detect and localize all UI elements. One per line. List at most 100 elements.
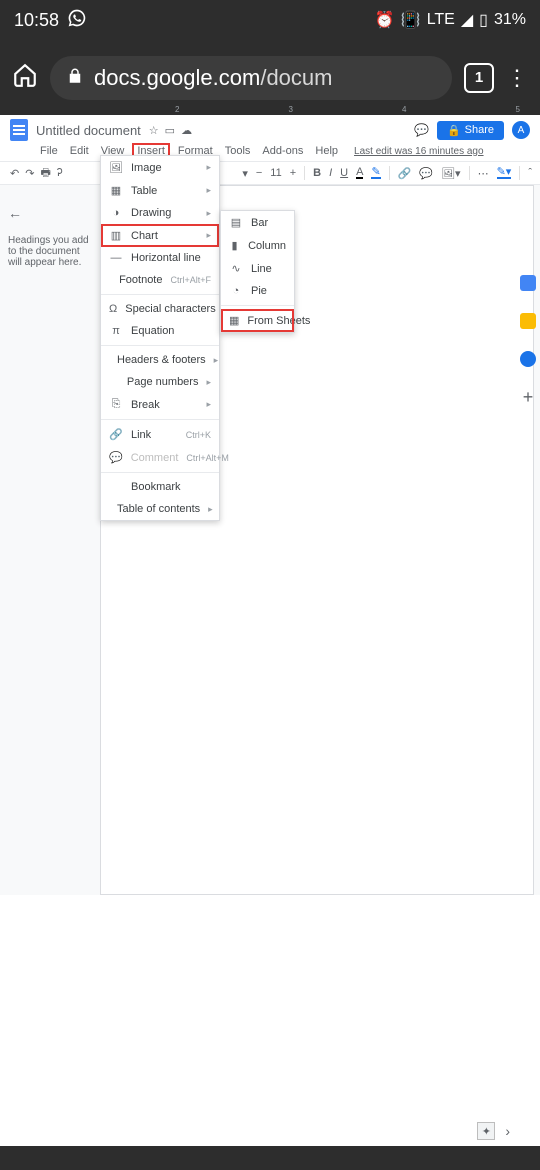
menu-help[interactable]: Help bbox=[311, 144, 342, 158]
keep-icon[interactable] bbox=[520, 313, 536, 329]
menu-bar: File Edit View Insert Format Tools Add-o… bbox=[0, 141, 540, 161]
insert-toc[interactable]: Table of contents▸ bbox=[101, 498, 219, 520]
outline-hint: Headings you add to the document will ap… bbox=[8, 235, 92, 268]
insert-table[interactable]: ▦Table▸ bbox=[101, 179, 219, 202]
insert-image[interactable]: 🖼Image▸ bbox=[101, 156, 219, 179]
redo-icon[interactable]: ↷ bbox=[25, 167, 34, 180]
insert-break[interactable]: ⎘Break▸ bbox=[101, 393, 219, 416]
explore-area: ✦ › bbox=[477, 1122, 510, 1140]
image-icon: 🖼 bbox=[109, 161, 123, 174]
equation-icon: π bbox=[109, 325, 123, 337]
styles-arrow-icon[interactable]: ▾ bbox=[242, 167, 248, 180]
insert-hline[interactable]: —Horizontal line bbox=[101, 247, 219, 269]
tab-switcher[interactable]: 1 bbox=[464, 63, 494, 93]
outline-panel: ← Headings you add to the document will … bbox=[0, 185, 100, 895]
side-panel-rail: + bbox=[520, 275, 536, 405]
chart-column[interactable]: ▮Column bbox=[221, 234, 294, 257]
battery-percent: 31% bbox=[494, 11, 526, 29]
comments-icon[interactable]: 💬 bbox=[414, 123, 429, 137]
insert-headers-footers[interactable]: Headers & footers▸ bbox=[101, 349, 219, 371]
title-bar: Untitled document ☆ ▭ ☁ 💬 🔒 Share A bbox=[0, 115, 540, 141]
insert-equation[interactable]: πEquation bbox=[101, 320, 219, 342]
chart-from-sheets[interactable]: ▦From Sheets bbox=[221, 309, 294, 332]
table-icon: ▦ bbox=[109, 184, 123, 197]
android-nav-bar bbox=[0, 1146, 540, 1170]
font-size[interactable]: 11 bbox=[270, 167, 281, 179]
sheets-icon: ▦ bbox=[229, 314, 239, 327]
url-bar[interactable]: docs.google.com/docum bbox=[50, 56, 452, 100]
special-icon: Ω bbox=[109, 303, 117, 315]
italic-icon[interactable]: I bbox=[329, 167, 332, 179]
status-time: 10:58 bbox=[14, 10, 59, 31]
vibrate-icon: 📳 bbox=[401, 10, 421, 30]
column-icon: ▮ bbox=[229, 239, 240, 252]
chart-pie[interactable]: ◔Pie bbox=[221, 280, 294, 302]
print-icon[interactable]: 🖶 bbox=[40, 164, 50, 183]
chart-icon: ▥ bbox=[109, 229, 123, 242]
insert-link-icon[interactable]: 🔗 bbox=[398, 167, 412, 180]
highlight-icon[interactable]: ✎ bbox=[371, 167, 380, 179]
share-button[interactable]: 🔒 Share bbox=[437, 121, 504, 140]
menu-file[interactable]: File bbox=[36, 144, 62, 158]
account-avatar[interactable]: A bbox=[512, 121, 530, 139]
font-minus-icon[interactable]: − bbox=[256, 167, 262, 179]
toolbar: ↶ ↷ 🖶 Ꭾ ▾ − 11 + B I U A ✎ 🔗 💬 🖼▾ ⋯ ✎▾ ˆ bbox=[0, 161, 540, 185]
tasks-icon[interactable] bbox=[520, 351, 536, 367]
menu-edit[interactable]: Edit bbox=[66, 144, 93, 158]
android-status-bar: 10:58 ⏰ 📳 LTE ◢ ▯ 31% bbox=[0, 0, 540, 40]
more-icon[interactable]: ⋯ bbox=[478, 167, 489, 180]
move-icon[interactable]: ▭ bbox=[165, 124, 175, 137]
insert-comment[interactable]: 💬CommentCtrl+Alt+M bbox=[101, 446, 219, 469]
text-color-icon[interactable]: A bbox=[356, 167, 363, 179]
insert-comment-icon[interactable]: 💬 bbox=[419, 167, 433, 180]
insert-drawing[interactable]: ◑Drawing▸ bbox=[101, 202, 219, 224]
drawing-icon: ◑ bbox=[109, 207, 123, 219]
insert-dropdown: 🖼Image▸ ▦Table▸ ◑Drawing▸ ▥Chart▸ —Horiz… bbox=[100, 155, 220, 521]
insert-page-numbers[interactable]: Page numbers▸ bbox=[101, 371, 219, 393]
paint-format-icon[interactable]: Ꭾ bbox=[57, 167, 63, 180]
chart-line[interactable]: ∿Line bbox=[221, 257, 294, 280]
lock-icon bbox=[66, 65, 84, 91]
collapse-icon[interactable]: ˆ bbox=[528, 167, 532, 179]
home-icon[interactable] bbox=[12, 62, 38, 94]
underline-icon[interactable]: U bbox=[340, 167, 348, 179]
hline-icon: — bbox=[109, 252, 123, 264]
font-plus-icon[interactable]: + bbox=[290, 167, 296, 179]
link-icon: 🔗 bbox=[109, 428, 123, 441]
network-lte: LTE bbox=[427, 11, 455, 29]
bar-icon: ▤ bbox=[229, 216, 243, 229]
cloud-icon[interactable]: ☁ bbox=[181, 124, 192, 137]
menu-addons[interactable]: Add-ons bbox=[258, 144, 307, 158]
chrome-menu-icon[interactable]: ⋮ bbox=[506, 65, 528, 91]
chart-bar[interactable]: ▤Bar bbox=[221, 211, 294, 234]
explore-button[interactable]: ✦ bbox=[477, 1122, 495, 1140]
docs-logo-icon[interactable] bbox=[10, 119, 28, 141]
break-icon: ⎘ bbox=[109, 398, 123, 411]
url-host: docs.google.com bbox=[94, 65, 260, 90]
insert-image-icon[interactable]: 🖼▾ bbox=[441, 167, 461, 180]
calendar-icon[interactable] bbox=[520, 275, 536, 291]
battery-icon: ▯ bbox=[479, 10, 488, 30]
insert-special[interactable]: ΩSpecial characters bbox=[101, 298, 219, 320]
doc-title[interactable]: Untitled document bbox=[36, 123, 141, 138]
whatsapp-icon bbox=[67, 8, 87, 33]
chrome-toolbar: docs.google.com/docum 1 ⋮ bbox=[0, 40, 540, 115]
chart-submenu: ▤Bar ▮Column ∿Line ◔Pie ▦From Sheets bbox=[220, 210, 295, 333]
star-icon[interactable]: ☆ bbox=[149, 124, 159, 137]
lock-small-icon: 🔒 bbox=[447, 124, 461, 137]
insert-chart[interactable]: ▥Chart▸ bbox=[101, 224, 219, 247]
side-expand-icon[interactable]: › bbox=[505, 1123, 510, 1139]
insert-link[interactable]: 🔗LinkCtrl+K bbox=[101, 423, 219, 446]
comment-icon: 💬 bbox=[109, 451, 123, 464]
editing-mode-icon[interactable]: ✎▾ bbox=[497, 167, 512, 179]
menu-tools[interactable]: Tools bbox=[221, 144, 255, 158]
alarm-icon: ⏰ bbox=[375, 10, 395, 30]
bold-icon[interactable]: B bbox=[313, 167, 321, 179]
pie-icon: ◔ bbox=[229, 285, 243, 297]
insert-bookmark[interactable]: Bookmark bbox=[101, 476, 219, 498]
last-edit-link[interactable]: Last edit was 16 minutes ago bbox=[354, 146, 484, 157]
addons-plus-icon[interactable]: + bbox=[520, 389, 536, 405]
insert-footnote[interactable]: FootnoteCtrl+Alt+F bbox=[101, 269, 219, 291]
undo-icon[interactable]: ↶ bbox=[10, 167, 19, 180]
outline-back-icon[interactable]: ← bbox=[8, 205, 92, 221]
